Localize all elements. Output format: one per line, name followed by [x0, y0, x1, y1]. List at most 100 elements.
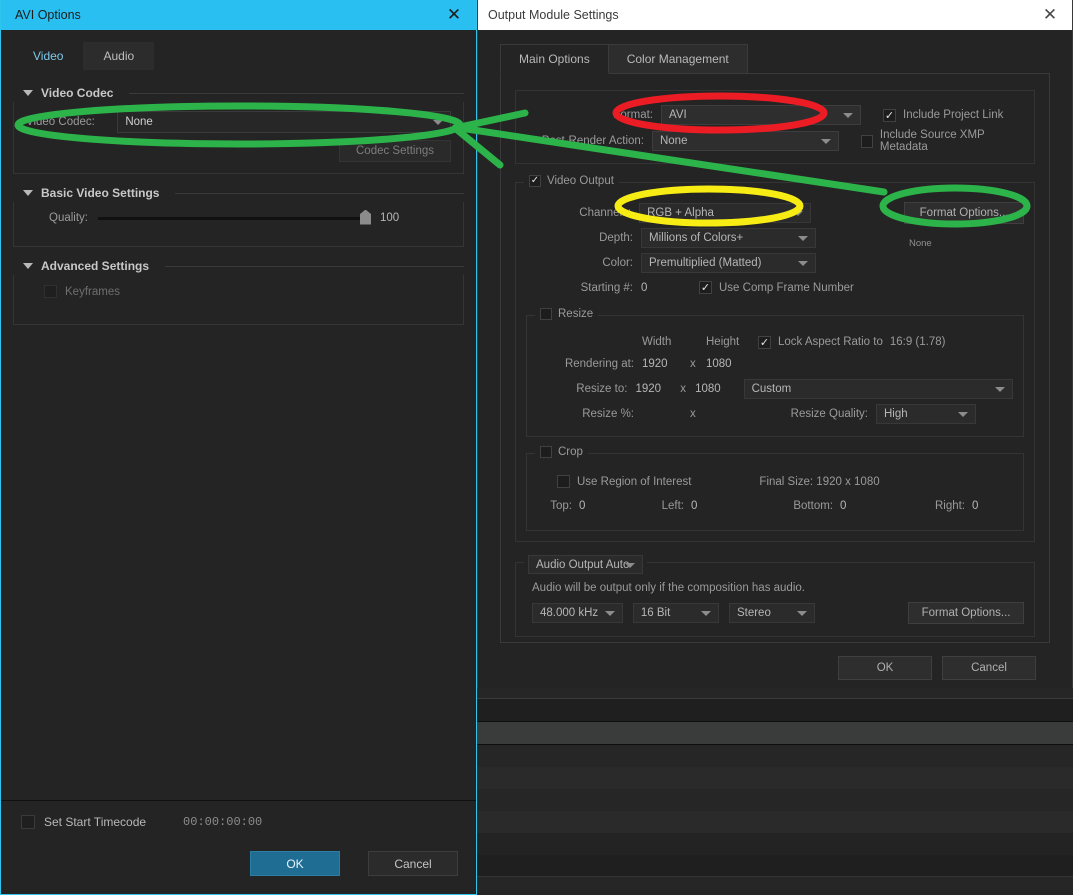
lock-aspect-label: Lock Aspect Ratio to: [778, 336, 883, 348]
audio-output-group: Audio Output Auto Audio will be output o…: [515, 555, 1035, 637]
use-region-checkbox[interactable]: ✓: [557, 475, 570, 488]
video-output-checkbox[interactable]: ✓: [529, 175, 541, 187]
chevron-down-icon: [604, 611, 615, 616]
close-icon[interactable]: ✕: [432, 0, 476, 30]
resize-to-width[interactable]: 1920: [635, 383, 680, 395]
lock-aspect-value: 16:9 (1.78): [889, 336, 946, 348]
resize-checkbox[interactable]: ✓: [540, 308, 552, 320]
resize-percent-row: Resize %: x Resize Quality: High: [537, 401, 1013, 426]
format-group: Format: AVI ✓ Include Project Link Post-…: [515, 90, 1035, 164]
oms-footer: OK Cancel: [838, 656, 1036, 680]
resize-preset-dropdown[interactable]: Custom: [743, 378, 1013, 399]
depth-dropdown[interactable]: Millions of Colors+: [641, 227, 816, 248]
x-separator: x: [680, 382, 686, 395]
chevron-down-icon: [843, 113, 853, 118]
avi-ok-button[interactable]: OK: [250, 851, 340, 876]
triangle-down-icon[interactable]: [23, 263, 33, 269]
tab-main-options[interactable]: Main Options: [500, 44, 609, 74]
include-xmp-row[interactable]: ✓ Include Source XMP Metadata: [860, 129, 1024, 153]
tab-color-management[interactable]: Color Management: [608, 44, 748, 74]
resize-percent-label: Resize %:: [582, 407, 634, 420]
width-header: Width: [642, 336, 672, 348]
basic-video-settings-header[interactable]: Basic Video Settings: [13, 180, 464, 202]
advanced-settings-header[interactable]: Advanced Settings: [13, 253, 464, 275]
crop-right-value[interactable]: 0: [972, 500, 1012, 512]
triangle-down-icon[interactable]: [23, 90, 33, 96]
divider: [129, 92, 464, 94]
oms-titlebar: Output Module Settings ✕: [478, 0, 1072, 30]
include-project-link-checkbox[interactable]: ✓: [883, 108, 896, 122]
crop-bottom-value[interactable]: 0: [840, 500, 924, 512]
depth-row: Depth: Millions of Colors+ None: [526, 226, 1024, 249]
channels-dropdown[interactable]: RGB + Alpha: [639, 202, 812, 223]
crop-legend[interactable]: ✓ Crop: [535, 446, 588, 458]
use-region-toggle[interactable]: ✓ Use Region of Interest: [557, 475, 691, 488]
tab-video[interactable]: Video: [13, 42, 84, 70]
starting-number-value[interactable]: 0: [641, 282, 701, 294]
oms-tabbar: Main Options Color Management: [478, 30, 1072, 74]
format-dropdown[interactable]: AVI: [661, 105, 861, 125]
crop-top-value[interactable]: 0: [579, 500, 647, 512]
crop-left-value[interactable]: 0: [691, 500, 778, 512]
channels-label: Channels:: [579, 206, 632, 219]
audio-rate-dropdown[interactable]: 48.000 kHz: [532, 603, 623, 623]
audio-format-options-button[interactable]: Format Options...: [908, 602, 1025, 624]
video-output-legend[interactable]: ✓ Video Output: [524, 175, 619, 187]
use-comp-frame-checkbox[interactable]: ✓: [699, 281, 712, 294]
quality-row: Quality: 100: [26, 209, 451, 225]
post-render-label: Post-Render Action:: [541, 135, 644, 147]
audio-output-mode-dropdown[interactable]: Audio Output Auto: [528, 555, 643, 574]
color-label: Color:: [602, 256, 633, 269]
starting-number-label: Starting #:: [580, 281, 633, 294]
audio-settings-row: 48.000 kHz 16 Bit Stereo Format Options.…: [526, 602, 1025, 624]
video-codec-box: Video Codec: None Codec Settings: [13, 102, 464, 174]
timecode-value[interactable]: 00:00:00:00: [183, 815, 262, 829]
output-module-settings-dialog: Output Module Settings ✕ Main Options Co…: [477, 0, 1073, 688]
close-icon[interactable]: ✕: [1028, 0, 1072, 30]
oms-cancel-button[interactable]: Cancel: [942, 656, 1036, 680]
resize-legend[interactable]: ✓ Resize: [535, 308, 599, 320]
chevron-down-icon: [958, 411, 968, 417]
format-label: Format:: [613, 109, 653, 121]
tab-audio[interactable]: Audio: [83, 42, 155, 70]
avi-cancel-button[interactable]: Cancel: [368, 851, 458, 876]
video-output-group: ✓ Video Output Channels: RGB + Alpha For…: [515, 175, 1035, 542]
resize-quality-label: Resize Quality:: [790, 407, 868, 420]
include-project-link-row[interactable]: ✓ Include Project Link: [883, 108, 1003, 122]
chevron-down-icon: [797, 611, 808, 616]
divider: [165, 265, 464, 267]
color-dropdown[interactable]: Premultiplied (Matted): [641, 252, 816, 273]
audio-channels-dropdown[interactable]: Stereo: [728, 603, 816, 623]
chevron-down-icon: [625, 562, 635, 568]
triangle-down-icon[interactable]: [23, 190, 33, 196]
oms-ok-button[interactable]: OK: [838, 656, 932, 680]
set-start-timecode-row[interactable]: ✓ Set Start Timecode 00:00:00:00: [21, 815, 262, 829]
crop-checkbox[interactable]: ✓: [540, 446, 552, 458]
format-options-button[interactable]: Format Options...: [904, 201, 1024, 224]
quality-slider[interactable]: [98, 209, 371, 225]
use-region-label: Use Region of Interest: [577, 475, 692, 488]
resize-header-row: Width Height ✓ Lock Aspect Ratio to 16:9…: [537, 332, 1013, 352]
quality-slider-knob[interactable]: [360, 209, 371, 225]
crop-top-label: Top:: [550, 499, 572, 512]
lock-aspect-row[interactable]: ✓ Lock Aspect Ratio to 16:9 (1.78): [758, 335, 946, 349]
rendering-at-row: Rendering at: 1920 x 1080: [537, 352, 1013, 376]
crop-bottom-label: Bottom:: [793, 499, 833, 512]
chevron-down-icon: [700, 611, 711, 616]
use-comp-frame-row[interactable]: ✓ Use Comp Frame Number: [699, 281, 854, 294]
video-codec-section-header[interactable]: Video Codec: [13, 80, 464, 102]
rendering-at-height: 1080: [706, 358, 732, 370]
include-xmp-checkbox[interactable]: ✓: [860, 134, 873, 148]
quality-value[interactable]: 100: [380, 212, 399, 224]
lock-aspect-checkbox[interactable]: ✓: [758, 335, 771, 349]
avi-footer: ✓ Set Start Timecode 00:00:00:00 OK Canc…: [1, 800, 476, 893]
audio-depth-dropdown[interactable]: 16 Bit: [632, 603, 719, 623]
resize-quality-dropdown[interactable]: High: [876, 403, 976, 424]
avi-options-dialog: AVI Options ✕ Video Audio Video Codec Vi…: [0, 0, 477, 895]
resize-to-height[interactable]: 1080: [695, 383, 743, 395]
post-render-dropdown[interactable]: None: [651, 131, 839, 151]
oms-body: Main Options Color Management Format: AV…: [478, 30, 1072, 688]
keyframes-label: Keyframes: [65, 285, 120, 298]
set-start-timecode-checkbox[interactable]: ✓: [21, 815, 35, 829]
video-codec-dropdown[interactable]: None: [117, 111, 451, 133]
